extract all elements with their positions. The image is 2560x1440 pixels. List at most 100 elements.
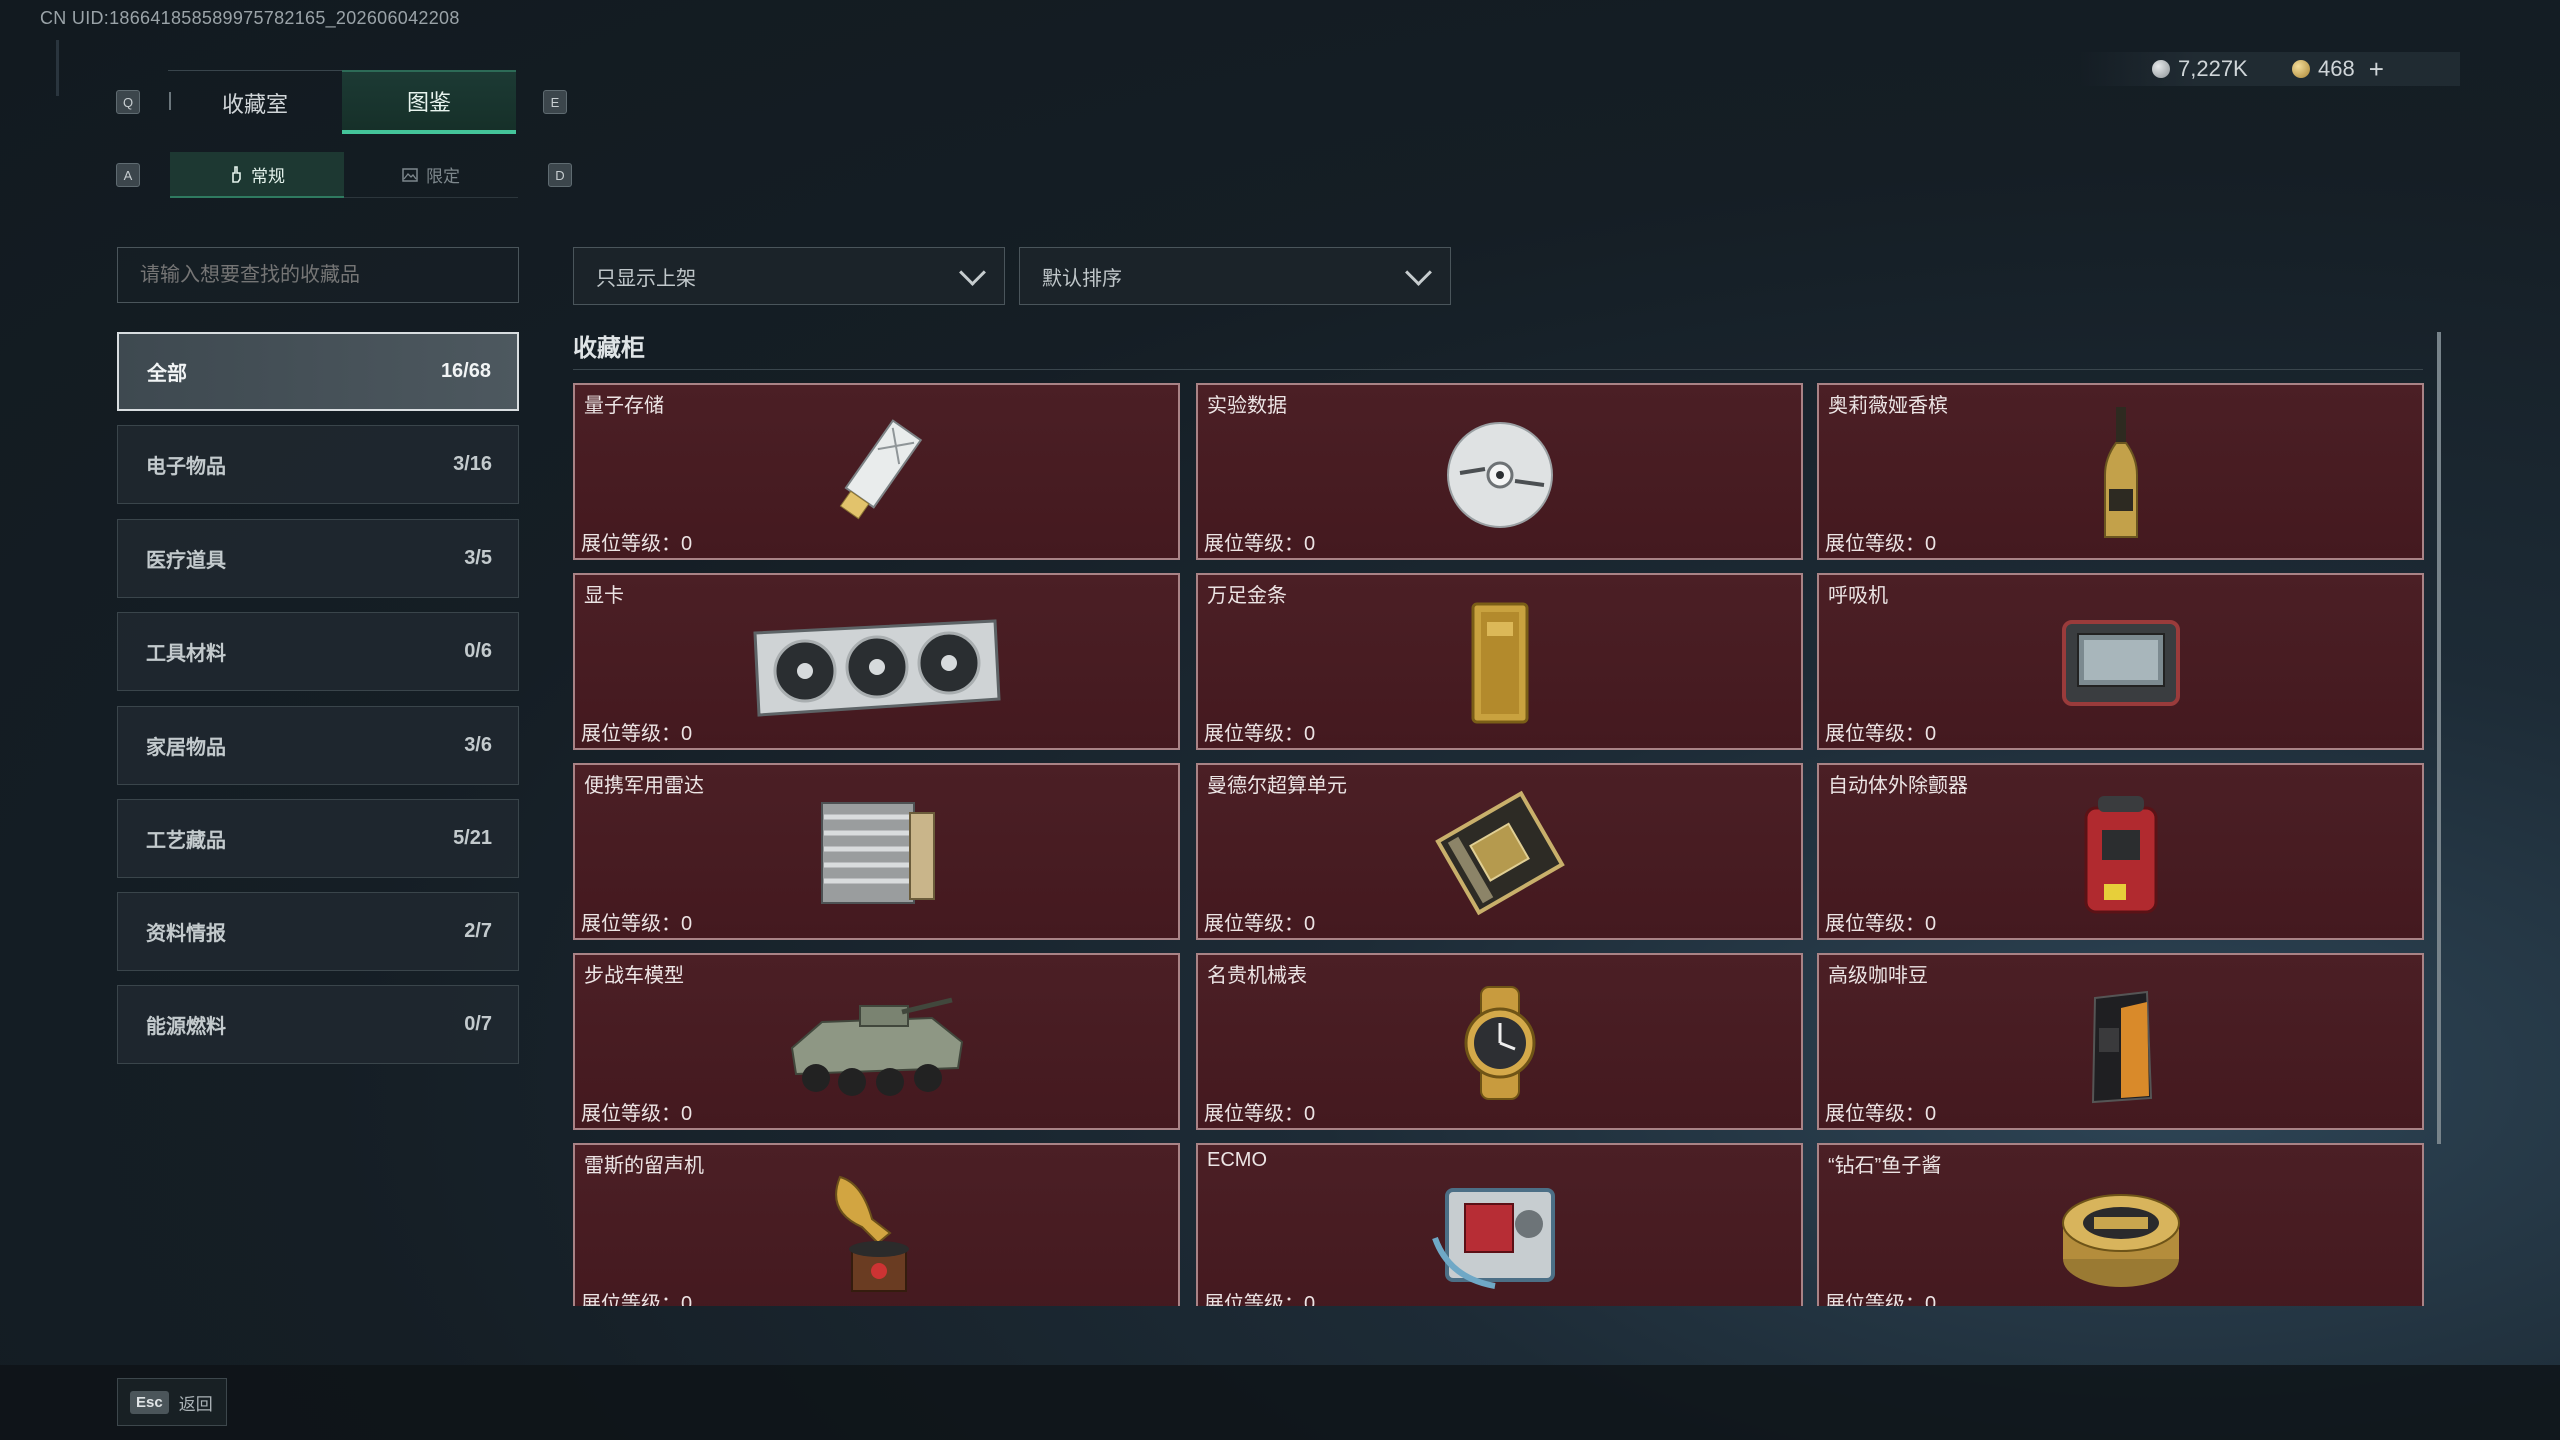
subtab-next-key[interactable]: D — [548, 163, 572, 187]
category-energy[interactable]: 能源燃料 0/7 — [117, 985, 519, 1064]
display-level: 展位等级：0 — [1204, 1103, 1316, 1125]
display-level: 展位等级：0 — [581, 533, 693, 555]
category-count: 3/6 — [464, 734, 492, 756]
champagne-bottle-icon — [2091, 399, 2151, 547]
subtab-regular-label: 常规 — [251, 166, 285, 186]
search-box[interactable] — [117, 247, 519, 303]
item-name: ECMO — [1207, 1149, 1267, 1171]
back-button[interactable]: Esc 返回 — [117, 1378, 227, 1426]
subtab-limited[interactable]: 限定 — [344, 152, 518, 198]
item-name: 实验数据 — [1207, 395, 1287, 417]
search-input[interactable] — [140, 263, 496, 287]
section-title: 收藏柜 — [573, 335, 645, 362]
display-level: 展位等级：0 — [1825, 1103, 1937, 1125]
collection-card[interactable]: 万足金条 展位等级：0 — [1196, 573, 1803, 750]
collection-card[interactable]: 雷斯的留声机 展位等级：0 — [573, 1143, 1180, 1306]
category-count: 3/5 — [464, 547, 492, 569]
collection-card[interactable]: 显卡 展位等级：0 — [573, 573, 1180, 750]
display-level: 展位等级：0 — [1825, 533, 1937, 555]
armored-vehicle-icon — [782, 969, 972, 1117]
collection-card[interactable]: 奥莉薇娅香槟 展位等级：0 — [1817, 383, 2424, 560]
radar-icon — [812, 779, 942, 927]
display-level: 展位等级：0 — [581, 1293, 693, 1306]
category-electronics[interactable]: 电子物品 3/16 — [117, 425, 519, 504]
category-intel[interactable]: 资料情报 2/7 — [117, 892, 519, 971]
uid-label: CN UID:1866418585899757821​65_2026060422… — [40, 8, 460, 28]
display-level: 展位等级：0 — [581, 1103, 693, 1125]
category-count: 16/68 — [440, 360, 491, 382]
image-icon — [402, 167, 418, 182]
category-count: 0/6 — [464, 640, 492, 662]
collection-card[interactable]: 步战车模型 展位等级：0 — [573, 953, 1180, 1130]
collection-card[interactable]: 呼吸机 展位等级：0 — [1817, 573, 2424, 750]
item-name: 万足金条 — [1207, 585, 1287, 607]
item-name: 量子存储 — [584, 395, 664, 417]
collection-card[interactable]: 名贵机械表 展位等级：0 — [1196, 953, 1803, 1130]
category-tools[interactable]: 工具材料 0/6 — [117, 612, 519, 691]
category-count: 5/21 — [453, 827, 492, 849]
sort-dropdown[interactable]: 默认排序 — [1019, 247, 1451, 305]
disc-icon — [1440, 399, 1560, 547]
collection-card[interactable]: 量子存储 展位等级：0 — [573, 383, 1180, 560]
collection-card[interactable]: 自动体外除颤器 展位等级：0 — [1817, 763, 2424, 940]
collection-card[interactable]: 实验数据 展位等级：0 — [1196, 383, 1803, 560]
display-level: 展位等级：0 — [1204, 1293, 1316, 1306]
hand-icon — [232, 166, 241, 183]
tab-next-key[interactable]: E — [543, 90, 567, 114]
category-label: 能源燃料 — [146, 1016, 226, 1038]
footer-bar — [0, 1365, 2560, 1440]
item-name: 自动体外除颤器 — [1828, 775, 1968, 797]
usb-drive-icon — [822, 399, 932, 547]
category-count: 3/16 — [453, 453, 492, 475]
category-crafts[interactable]: 工艺藏品 5/21 — [117, 799, 519, 878]
silver-currency: 7,227K — [2152, 54, 2248, 84]
category-label: 资料情报 — [146, 923, 226, 945]
category-label: 工艺藏品 — [146, 830, 226, 852]
shelf-filter-value: 只显示上架 — [596, 267, 696, 290]
corner-decoration — [56, 40, 67, 96]
item-name: 曼德尔超算单元 — [1207, 775, 1347, 797]
tab-separator — [169, 92, 171, 110]
add-currency-button[interactable]: + — [2369, 54, 2384, 85]
item-name: 雷斯的留声机 — [584, 1155, 704, 1177]
category-household[interactable]: 家居物品 3/6 — [117, 706, 519, 785]
item-name: 步战车模型 — [584, 965, 684, 987]
scrollbar[interactable] — [2437, 332, 2441, 1144]
collection-card[interactable]: 曼德尔超算单元 展位等级：0 — [1196, 763, 1803, 940]
collection-card[interactable]: 高级咖啡豆 展位等级：0 — [1817, 953, 2424, 1130]
gramophone-icon — [822, 1159, 932, 1306]
chevron-down-icon — [959, 258, 986, 286]
display-level: 展位等级：0 — [581, 723, 693, 745]
category-label: 医疗道具 — [146, 550, 226, 572]
display-level: 展位等级：0 — [1204, 723, 1316, 745]
display-level: 展位等级：0 — [581, 913, 693, 935]
category-label: 电子物品 — [146, 456, 226, 478]
shelf-filter-dropdown[interactable]: 只显示上架 — [573, 247, 1005, 305]
category-label: 家居物品 — [146, 737, 226, 759]
back-label: 返回 — [178, 1394, 213, 1414]
ventilator-icon — [2056, 589, 2186, 737]
tab-codex[interactable]: 图鉴 — [342, 70, 516, 134]
gold-bar-icon — [1465, 589, 1535, 737]
category-label: 全部 — [147, 363, 187, 385]
sort-value: 默认排序 — [1042, 267, 1122, 290]
subtab-prev-key[interactable]: A — [116, 163, 140, 187]
defibrillator-icon — [2076, 779, 2166, 927]
item-name: 高级咖啡豆 — [1828, 965, 1928, 987]
category-count: 0/7 — [464, 1013, 492, 1035]
display-level: 展位等级：0 — [1825, 1293, 1937, 1306]
collection-card[interactable]: 便携军用雷达 展位等级：0 — [573, 763, 1180, 940]
category-count: 2/7 — [464, 920, 492, 942]
category-label: 工具材料 — [146, 643, 226, 665]
category-medical[interactable]: 医疗道具 3/5 — [117, 519, 519, 598]
subtab-regular[interactable]: 常规 — [170, 152, 344, 198]
currency-bar — [2080, 52, 2460, 86]
tab-collection-room[interactable]: 收藏室 — [168, 70, 342, 134]
gold-coin-icon — [2292, 60, 2310, 78]
section-divider — [573, 369, 2423, 370]
collection-card[interactable]: “钻石”鱼子酱 展位等级：0 — [1817, 1143, 2424, 1306]
tab-prev-key[interactable]: Q — [116, 90, 140, 114]
coffee-bag-icon — [2081, 969, 2161, 1117]
collection-card[interactable]: ECMO 展位等级：0 — [1196, 1143, 1803, 1306]
category-all[interactable]: 全部 16/68 — [117, 332, 519, 411]
